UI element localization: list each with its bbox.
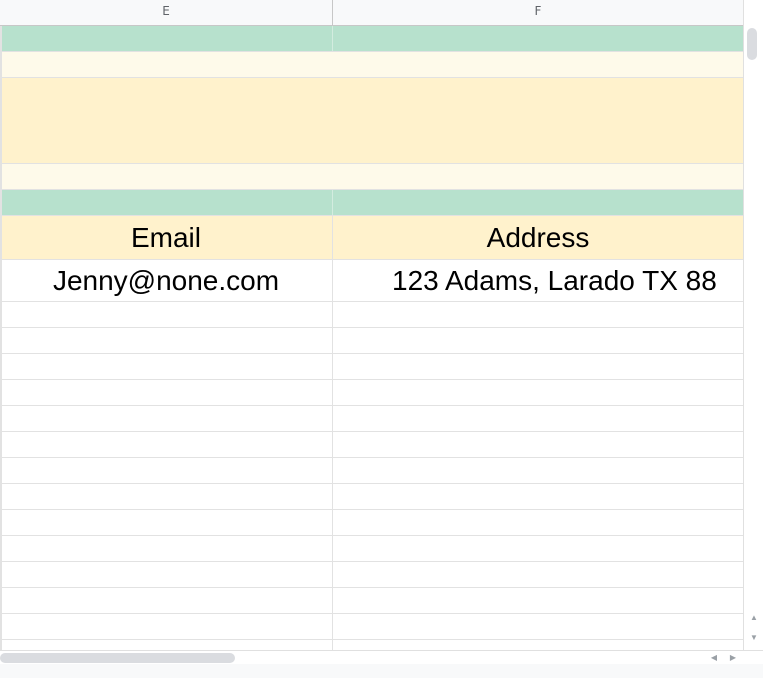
empty-cell[interactable] [0,302,333,327]
empty-cell[interactable] [0,510,333,535]
empty-row [0,458,743,484]
empty-cell[interactable] [0,328,333,353]
cell-e-green[interactable] [0,26,333,51]
cell-email-header[interactable]: Email [0,216,333,259]
horizontal-scroll-thumb[interactable] [0,653,235,663]
table-row: Jenny@none.com 123 Adams, Larado TX 88 [0,260,743,302]
row-light-yellow [0,52,743,78]
cell-address-header[interactable]: Address [333,216,743,259]
empty-row [0,614,743,640]
empty-row [0,302,743,328]
row-light-yellow-2 [0,164,743,190]
empty-row [0,380,743,406]
empty-cell[interactable] [0,458,333,483]
cell-merged-light-yellow-2[interactable] [0,164,743,189]
row-green-band [0,26,743,52]
column-header-bar: E F [0,0,743,26]
empty-row [0,562,743,588]
spreadsheet-grid: E F Email Address Jenny@none.com 123 Ada… [0,0,743,650]
cell-address-value[interactable]: 123 Adams, Larado TX 88 [333,260,743,301]
cell-f-green-2[interactable] [333,190,743,215]
empty-row [0,354,743,380]
cell-f-green[interactable] [333,26,743,51]
triangle-down-icon[interactable]: ▼ [748,632,760,644]
row-yellow-tall [0,78,743,164]
row-green-band-2 [0,190,743,216]
cell-e-green-2[interactable] [0,190,333,215]
empty-row [0,510,743,536]
empty-cell[interactable] [0,614,333,639]
empty-row [0,432,743,458]
triangle-right-icon[interactable]: ▶ [727,652,739,664]
empty-cell[interactable] [0,354,333,379]
column-header-e[interactable]: E [0,0,332,25]
bottom-status-strip [0,664,763,678]
empty-row [0,588,743,614]
horizontal-scrollbar[interactable]: ◀ ▶ [0,650,763,664]
empty-cell[interactable] [0,484,333,509]
empty-cell[interactable] [0,640,333,650]
column-header-f[interactable]: F [333,0,743,25]
empty-cell[interactable] [0,536,333,561]
empty-row [0,640,743,650]
triangle-up-icon[interactable]: ▲ [748,612,760,624]
empty-cell[interactable] [0,562,333,587]
cell-merged-light-yellow[interactable] [0,52,743,77]
empty-row [0,406,743,432]
empty-row [0,484,743,510]
empty-cell[interactable] [0,588,333,613]
row-table-header: Email Address [0,216,743,260]
empty-cell[interactable] [0,432,333,457]
cell-merged-yellow[interactable] [0,78,743,163]
cell-email-value[interactable]: Jenny@none.com [0,260,333,301]
row-header-edge [0,26,2,650]
vertical-scroll-thumb[interactable] [747,28,757,60]
empty-row [0,328,743,354]
empty-cell[interactable] [0,380,333,405]
vertical-scrollbar[interactable]: ▲ ▼ [743,0,763,650]
triangle-left-icon[interactable]: ◀ [708,652,720,664]
empty-row [0,536,743,562]
empty-cell[interactable] [0,406,333,431]
